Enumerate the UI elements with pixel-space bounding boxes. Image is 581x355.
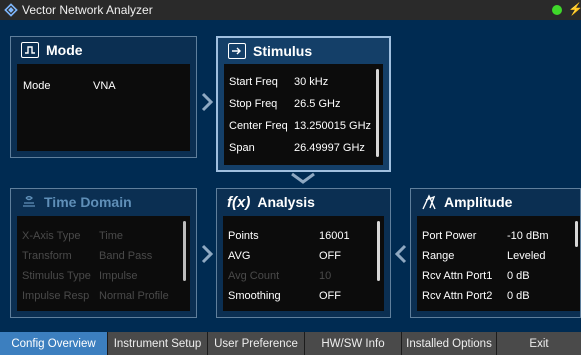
power-icon: ⚡ (568, 2, 581, 16)
config-overview-area: Mode Mode VNA Stimulus Start Freq 30 kHz (0, 20, 581, 332)
transform-key: Transform (22, 250, 72, 262)
span-key: Span (229, 142, 255, 154)
span-value: 26.49997 GHz (294, 142, 365, 154)
time-domain-panel[interactable]: Time Domain X-Axis Type Time Transform B… (10, 188, 197, 318)
impulse-resp-key: Impulse Resp (22, 290, 90, 302)
exit-button[interactable]: Exit (497, 332, 581, 355)
analysis-body: Points 16001 AVG OFF Avg Count 10 Smooth… (223, 216, 384, 311)
smoothing-key: Smoothing (228, 290, 281, 302)
title-bar: Vector Network Analyzer ⚡ (0, 0, 581, 20)
time-domain-body: X-Axis Type Time Transform Band Pass Sti… (17, 216, 190, 311)
stimulus-body: Start Freq 30 kHz Stop Freq 26.5 GHz Cen… (224, 64, 383, 165)
stimulus-panel-header: Stimulus (218, 38, 389, 64)
tab-user-preference[interactable]: User Preference (208, 332, 305, 355)
range-value: Leveled (507, 250, 546, 262)
transform-value: Band Pass (99, 250, 153, 262)
function-icon: f(x) (227, 193, 251, 211)
app-title: Vector Network Analyzer (22, 3, 153, 17)
analysis-scrollbar[interactable] (377, 221, 380, 281)
stop-freq-value: 26.5 GHz (294, 98, 341, 110)
start-freq-value: 30 kHz (294, 76, 329, 88)
tab-config-overview[interactable]: Config Overview (0, 332, 108, 355)
time-domain-title: Time Domain (44, 194, 132, 210)
status-indicator-icon (552, 5, 562, 15)
stimulus-type-key: Stimulus Type (22, 270, 91, 282)
analysis-title: Analysis (257, 194, 315, 210)
analysis-panel-header: f(x) Analysis (217, 189, 390, 215)
rcv-attn-port1-key: Rcv Attn Port1 (422, 270, 493, 282)
mode-panel-header: Mode (11, 37, 196, 63)
points-value: 16001 (319, 230, 350, 242)
analysis-panel[interactable]: f(x) Analysis Points 16001 AVG OFF Avg C… (216, 188, 391, 318)
amplitude-scrollbar[interactable] (575, 221, 578, 247)
range-key: Range (422, 250, 455, 262)
stimulus-panel[interactable]: Stimulus Start Freq 30 kHz Stop Freq 26.… (216, 36, 391, 172)
start-freq-key: Start Freq (229, 76, 278, 88)
stimulus-scrollbar[interactable] (376, 69, 379, 157)
amplitude-title: Amplitude (444, 194, 513, 210)
points-key: Points (228, 230, 259, 242)
avg-count-value: 10 (319, 270, 332, 282)
smoothing-value: OFF (319, 290, 341, 302)
amplitude-icon (421, 194, 437, 210)
tab-hw-sw-info[interactable]: HW/SW Info (305, 332, 402, 355)
stimulus-title: Stimulus (253, 43, 313, 59)
port-power-value: -10 dBm (507, 230, 549, 242)
impulse-resp-value: Normal Profile (99, 290, 169, 302)
avg-value: OFF (319, 250, 341, 262)
port-power-key: Port Power (422, 230, 477, 242)
mode-title: Mode (46, 42, 83, 58)
app-logo-icon (4, 3, 18, 17)
avg-count-key: Avg Count (228, 270, 280, 282)
center-freq-key: Center Freq (229, 120, 288, 132)
x-axis-type-key: X-Axis Type (22, 230, 81, 242)
amplitude-panel-header: Amplitude (411, 189, 580, 215)
time-domain-panel-header: Time Domain (11, 189, 196, 215)
center-freq-value: 13.250015 GHz (294, 120, 372, 132)
rcv-attn-port1-value: 0 dB (507, 270, 530, 282)
mode-panel[interactable]: Mode Mode VNA (10, 36, 197, 158)
amplitude-body: Port Power -10 dBm Range Leveled Rcv Att… (417, 216, 580, 311)
stop-freq-key: Stop Freq (229, 98, 278, 110)
rcv-attn-port2-key: Rcv Attn Port2 (422, 290, 493, 302)
avg-key: AVG (228, 250, 251, 262)
mode-body: Mode VNA (17, 64, 190, 151)
mode-value: VNA (93, 80, 116, 92)
time-domain-icon (21, 194, 37, 210)
bottom-tab-bar: Config Overview Instrument Setup User Pr… (0, 332, 581, 355)
rcv-attn-port2-value: 0 dB (507, 290, 530, 302)
chevron-right-icon (201, 92, 214, 112)
chevron-right-icon (201, 244, 214, 264)
chevron-down-icon (291, 172, 315, 184)
mode-key: Mode (23, 80, 51, 92)
tab-installed-options[interactable]: Installed Options (402, 332, 497, 355)
chevron-left-icon (394, 244, 407, 264)
pulse-icon (21, 42, 39, 58)
x-axis-type-value: Time (99, 230, 124, 242)
stimulus-icon (228, 43, 246, 59)
time-domain-scrollbar[interactable] (183, 221, 186, 281)
amplitude-panel[interactable]: Amplitude Port Power -10 dBm Range Level… (410, 188, 581, 318)
tab-instrument-setup[interactable]: Instrument Setup (108, 332, 208, 355)
stimulus-type-value: Impulse (99, 270, 138, 282)
